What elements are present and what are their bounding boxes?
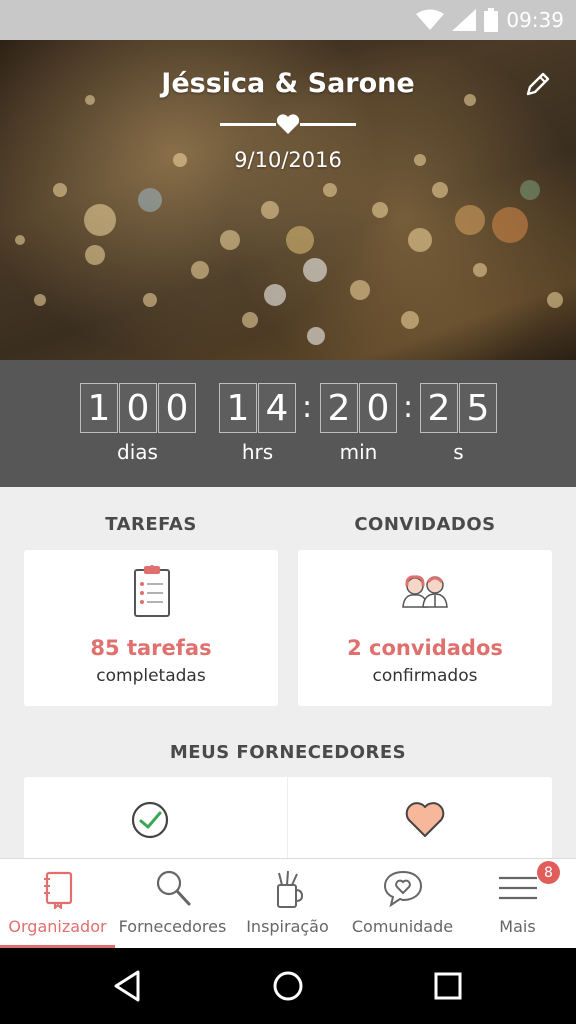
nav-label: Mais xyxy=(499,917,536,936)
minutes-digit: 0 xyxy=(359,383,397,433)
recents-icon[interactable] xyxy=(428,966,468,1006)
guests-title: CONVIDADOS xyxy=(354,514,496,535)
nav-inspiracao[interactable]: Inspiração xyxy=(230,859,345,949)
hours-digits: 1 4 xyxy=(219,383,297,435)
days-label: dias xyxy=(117,440,158,464)
tasks-title: TAREFAS xyxy=(105,514,197,535)
chat-heart-icon xyxy=(383,870,423,908)
edit-pencil-icon[interactable] xyxy=(522,68,554,100)
seconds-digit: 5 xyxy=(459,383,497,433)
clipboard-icon xyxy=(134,565,170,617)
guests-card[interactable]: 2 convidados confirmados xyxy=(298,550,552,706)
tasks-subtitle: completadas xyxy=(96,666,206,686)
back-icon[interactable] xyxy=(108,966,148,1006)
time-separator: : xyxy=(403,390,414,425)
nav-organizador[interactable]: Organizador xyxy=(0,859,115,949)
search-icon xyxy=(156,870,191,906)
check-circle-icon xyxy=(131,801,169,839)
nav-label: Organizador xyxy=(8,917,107,936)
wedding-date: 9/10/2016 xyxy=(234,148,342,172)
hero-banner: Jéssica & Sarone 9/10/2016 xyxy=(0,40,576,360)
menu-icon xyxy=(499,876,537,900)
battery-icon xyxy=(484,8,499,32)
minutes-label: min xyxy=(339,440,378,464)
heart-icon xyxy=(405,802,445,837)
wifi-icon xyxy=(416,9,445,30)
vendors-title: MEUS FORNECEDORES xyxy=(169,742,407,763)
bottom-navigation: Organizador Fornecedores Inspiração Comu… xyxy=(0,858,576,949)
status-bar: 09:39 xyxy=(0,0,576,40)
tasks-count: 85 tarefas xyxy=(90,636,212,660)
guests-count: 2 convidados xyxy=(347,636,503,660)
seconds-label: s xyxy=(453,440,464,464)
notebook-icon xyxy=(44,871,73,909)
minutes-digits: 2 0 xyxy=(320,383,398,435)
guests-subtitle: confirmados xyxy=(372,666,478,686)
vendors-favorites-card[interactable] xyxy=(288,777,552,867)
hours-digit: 1 xyxy=(219,383,257,433)
seconds-digits: 2 5 xyxy=(420,383,498,435)
hours-label: hrs xyxy=(241,440,274,464)
days-digit: 0 xyxy=(119,383,157,433)
seconds-digit: 2 xyxy=(420,383,458,433)
status-time: 09:39 xyxy=(506,8,564,32)
days-digit: 0 xyxy=(158,383,196,433)
nav-fornecedores[interactable]: Fornecedores xyxy=(115,859,230,949)
days-digit: 1 xyxy=(80,383,118,433)
couple-icon xyxy=(402,575,448,608)
nav-label: Comunidade xyxy=(351,917,454,936)
heart-divider xyxy=(220,114,356,134)
nav-label: Fornecedores xyxy=(118,917,227,936)
signal-icon xyxy=(452,9,477,31)
pencil-cup-icon xyxy=(277,870,304,908)
system-navigation-bar xyxy=(0,948,576,1024)
hours-digit: 4 xyxy=(258,383,296,433)
vendors-hired-card[interactable] xyxy=(24,777,287,867)
status-icons: 09:39 xyxy=(416,6,564,34)
home-icon[interactable] xyxy=(268,966,308,1006)
countdown-panel: 1 0 0 1 4 : 2 0 : 2 5 dias hrs min s xyxy=(0,360,576,487)
time-separator: : xyxy=(302,390,313,425)
minutes-digit: 2 xyxy=(320,383,358,433)
tasks-card[interactable]: 85 tarefas completadas xyxy=(24,550,278,706)
nav-comunidade[interactable]: Comunidade xyxy=(345,859,460,949)
couple-names: Jéssica & Sarone xyxy=(161,68,415,99)
nav-label: Inspiração xyxy=(246,917,329,936)
days-digits: 1 0 0 xyxy=(80,383,197,435)
notification-badge: 8 xyxy=(537,861,560,884)
